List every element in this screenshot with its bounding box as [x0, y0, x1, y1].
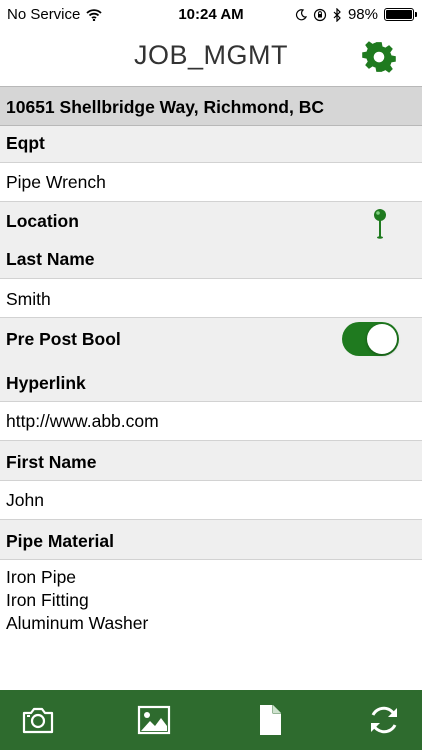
location-row[interactable]: Location: [0, 202, 422, 241]
last-name-value[interactable]: Smith: [0, 279, 422, 318]
nav-bar: JOB_MGMT: [0, 30, 422, 85]
map-pin-icon[interactable]: [372, 208, 388, 240]
pre-post-bool-toggle[interactable]: [342, 322, 399, 356]
pre-post-bool-label: Pre Post Bool: [6, 329, 121, 349]
battery-percent: 98%: [347, 6, 378, 23]
last-name-label: Last Name: [0, 241, 422, 279]
pipe-material-values[interactable]: Iron Pipe Iron Fitting Aluminum Washer: [0, 560, 422, 660]
image-icon[interactable]: [136, 702, 172, 738]
bottom-toolbar: [0, 690, 422, 750]
page-title: JOB_MGMT: [133, 40, 288, 70]
document-icon[interactable]: [252, 702, 288, 738]
status-right: 98%: [295, 6, 417, 23]
eqpt-label: Eqpt: [0, 126, 422, 163]
toggle-knob: [367, 324, 397, 354]
orientation-lock-icon: [313, 8, 327, 21]
pipe-material-item: Aluminum Washer: [6, 613, 149, 633]
camera-icon[interactable]: [20, 702, 56, 738]
pipe-material-label: Pipe Material: [0, 520, 422, 560]
sync-icon[interactable]: [366, 702, 402, 738]
pre-post-bool-row: Pre Post Bool: [0, 318, 422, 360]
first-name-value[interactable]: John: [0, 481, 422, 520]
eqpt-value[interactable]: Pipe Wrench: [0, 163, 422, 202]
hyperlink-value[interactable]: http://www.abb.com: [0, 402, 422, 441]
hyperlink-label: Hyperlink: [0, 360, 422, 402]
status-bar: No Service 10:24 AM 98%: [0, 0, 422, 30]
bluetooth-icon: [333, 7, 341, 22]
form-content: 10651 Shellbridge Way, Richmond, BC Eqpt…: [0, 86, 422, 660]
pipe-material-item: Iron Pipe: [6, 567, 77, 587]
battery-icon: [384, 8, 417, 21]
first-name-label: First Name: [0, 441, 422, 481]
pipe-material-item: Iron Fitting: [6, 590, 89, 610]
address-header: 10651 Shellbridge Way, Richmond, BC: [0, 86, 422, 126]
gear-icon[interactable]: [362, 40, 396, 74]
moon-icon: [295, 8, 307, 20]
location-label: Location: [6, 211, 79, 231]
